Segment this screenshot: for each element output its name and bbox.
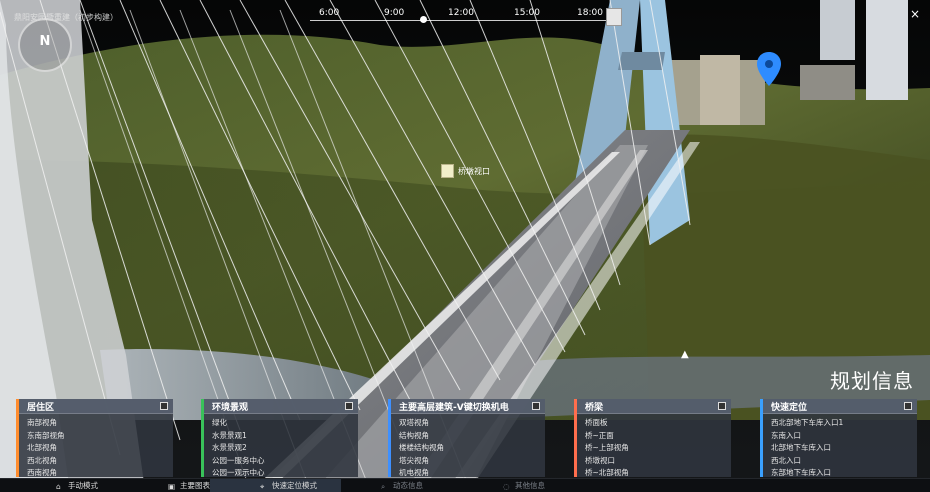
time-end-handle[interactable] [606, 8, 622, 26]
list-item[interactable]: 桥~上部视角 [585, 442, 731, 455]
panel-title: 桥梁 [585, 402, 604, 413]
panel-toggle-icon[interactable] [532, 402, 540, 410]
list-item[interactable]: 东部地下车库入口 [771, 467, 917, 478]
bottom-toolbar: ⌂ 手动模式 ▣ 主要图表 ⌖ 快速定位模式 ⌕ 动态信息 ◌ 其他信息 [0, 478, 930, 492]
time-handle[interactable] [420, 16, 427, 23]
panel-toggle-icon[interactable] [345, 402, 353, 410]
list-item[interactable]: 公园一服务中心 [212, 455, 358, 468]
list-item[interactable]: 南部视角 [27, 417, 173, 430]
list-item[interactable]: 东南入口 [771, 430, 917, 443]
list-item[interactable]: 绿化 [212, 417, 358, 430]
panel-residential[interactable]: 居住区 南部视角 东南部视角 北部视角 西北视角 西南视角 [16, 399, 173, 477]
list-item[interactable]: 水景景观1 [212, 430, 358, 443]
bottom-dynamic-info[interactable]: ⌕ 动态信息 [341, 479, 423, 492]
list-item[interactable]: 北部地下车库入口 [771, 442, 917, 455]
list-item[interactable]: 机电视角 [399, 467, 545, 478]
list-item[interactable]: 西北部地下车库入口1 [771, 417, 917, 430]
panel-toggle-icon[interactable] [718, 402, 726, 410]
quick-panels: 居住区 南部视角 东南部视角 北部视角 西北视角 西南视角 环境景观 绿化 水景… [16, 399, 917, 477]
bridge-viewpoint-tooltip: 桥墩视口 [441, 164, 490, 178]
bottom-manual-mode[interactable]: ⌂ 手动模式 [0, 479, 98, 492]
close-button[interactable]: × [910, 7, 920, 21]
list-item[interactable]: 西北视角 [27, 455, 173, 468]
list-item[interactable]: 西南视角 [27, 467, 173, 478]
bottom-quick-locate-mode-label: 快速定位模式 [272, 481, 317, 490]
list-item[interactable]: 双塔视角 [399, 417, 545, 430]
list-item[interactable]: 公园一观示中心 [212, 467, 358, 478]
compass-widget[interactable]: N [18, 18, 72, 72]
panel-toggle-icon[interactable] [160, 402, 168, 410]
image-icon: ▣ [168, 481, 176, 491]
list-item[interactable]: 西北入口 [771, 455, 917, 468]
list-item[interactable]: 桥~北部视角 [585, 467, 731, 478]
time-tick-18: 18:00 [577, 8, 603, 18]
time-tick-6: 6:00 [319, 8, 340, 18]
planning-info-title: 规划信息 [830, 369, 914, 393]
panel-list: 西北部地下车库入口1 东南入口 北部地下车库入口 西北入口 东部地下车库入口 [763, 414, 917, 478]
home-icon: ⌂ [56, 481, 61, 491]
list-item[interactable]: 桥墩视口 [585, 455, 731, 468]
bottom-manual-mode-label: 手动模式 [68, 481, 98, 490]
time-slider[interactable]: 6:00 9:00 12:00 15:00 18:00 [305, 0, 625, 30]
list-item[interactable]: 楼楼结构视角 [399, 442, 545, 455]
panel-bridge[interactable]: 桥梁 桥面板 桥~正面 桥~上部视角 桥墩视口 桥~北部视角 [574, 399, 731, 477]
panel-title: 主要高层建筑-V键切换机电 [399, 402, 509, 413]
list-item[interactable]: 桥面板 [585, 417, 731, 430]
search-icon: ⌕ [381, 481, 386, 491]
pointer-icon: ▲ [681, 349, 689, 360]
list-item[interactable]: 结构视角 [399, 430, 545, 443]
panel-list: 绿化 水景景观1 水景景观2 公园一服务中心 公园一观示中心 [204, 414, 358, 478]
panel-list: 双塔视角 结构视角 楼楼结构视角 塔尖视角 机电视角 [391, 414, 545, 478]
globe-icon: ◌ [503, 481, 510, 491]
panel-header[interactable]: 桥梁 [577, 399, 731, 414]
location-icon: ⌖ [260, 481, 265, 491]
time-tick-12: 12:00 [448, 8, 474, 18]
time-tick-15: 15:00 [514, 8, 540, 18]
bottom-quick-locate-mode[interactable]: ⌖ 快速定位模式 [210, 479, 341, 492]
list-item[interactable]: 东南部视角 [27, 430, 173, 443]
panel-header[interactable]: 主要高层建筑-V键切换机电 [391, 399, 545, 414]
panel-title: 居住区 [27, 402, 55, 413]
panel-header[interactable]: 快速定位 [763, 399, 917, 414]
list-item[interactable]: 北部视角 [27, 442, 173, 455]
panel-header[interactable]: 环境景观 [204, 399, 358, 414]
north-indicator: N [39, 34, 51, 49]
panel-title: 快速定位 [771, 402, 808, 413]
bottom-main-charts-label: 主要图表 [180, 481, 210, 490]
panel-quick-locate[interactable]: 快速定位 西北部地下车库入口1 东南入口 北部地下车库入口 西北入口 东部地下车… [760, 399, 917, 477]
list-item[interactable]: 桥~正面 [585, 430, 731, 443]
timeline-track[interactable] [310, 20, 610, 21]
panel-header[interactable]: 居住区 [19, 399, 173, 414]
list-item[interactable]: 水景景观2 [212, 442, 358, 455]
bottom-main-charts[interactable]: ▣ 主要图表 [98, 479, 210, 492]
panel-list: 南部视角 东南部视角 北部视角 西北视角 西南视角 [19, 414, 173, 478]
panel-high-rise[interactable]: 主要高层建筑-V键切换机电 双塔视角 结构视角 楼楼结构视角 塔尖视角 机电视角 [388, 399, 545, 477]
list-item[interactable]: 塔尖视角 [399, 455, 545, 468]
bottom-other-info-label: 其他信息 [515, 481, 545, 490]
close-icon: × [909, 7, 920, 21]
panel-title: 环境景观 [212, 402, 249, 413]
panel-toggle-icon[interactable] [904, 402, 912, 410]
tooltip-marker-icon [441, 164, 454, 178]
bottom-dynamic-info-label: 动态信息 [393, 481, 423, 490]
time-tick-9: 9:00 [384, 8, 405, 18]
tooltip-label: 桥墩视口 [458, 166, 490, 176]
panel-environment[interactable]: 环境景观 绿化 水景景观1 水景景观2 公园一服务中心 公园一观示中心 [201, 399, 358, 477]
bottom-other-info[interactable]: ◌ 其他信息 [423, 479, 545, 492]
panel-list: 桥面板 桥~正面 桥~上部视角 桥墩视口 桥~北部视角 [577, 414, 731, 478]
